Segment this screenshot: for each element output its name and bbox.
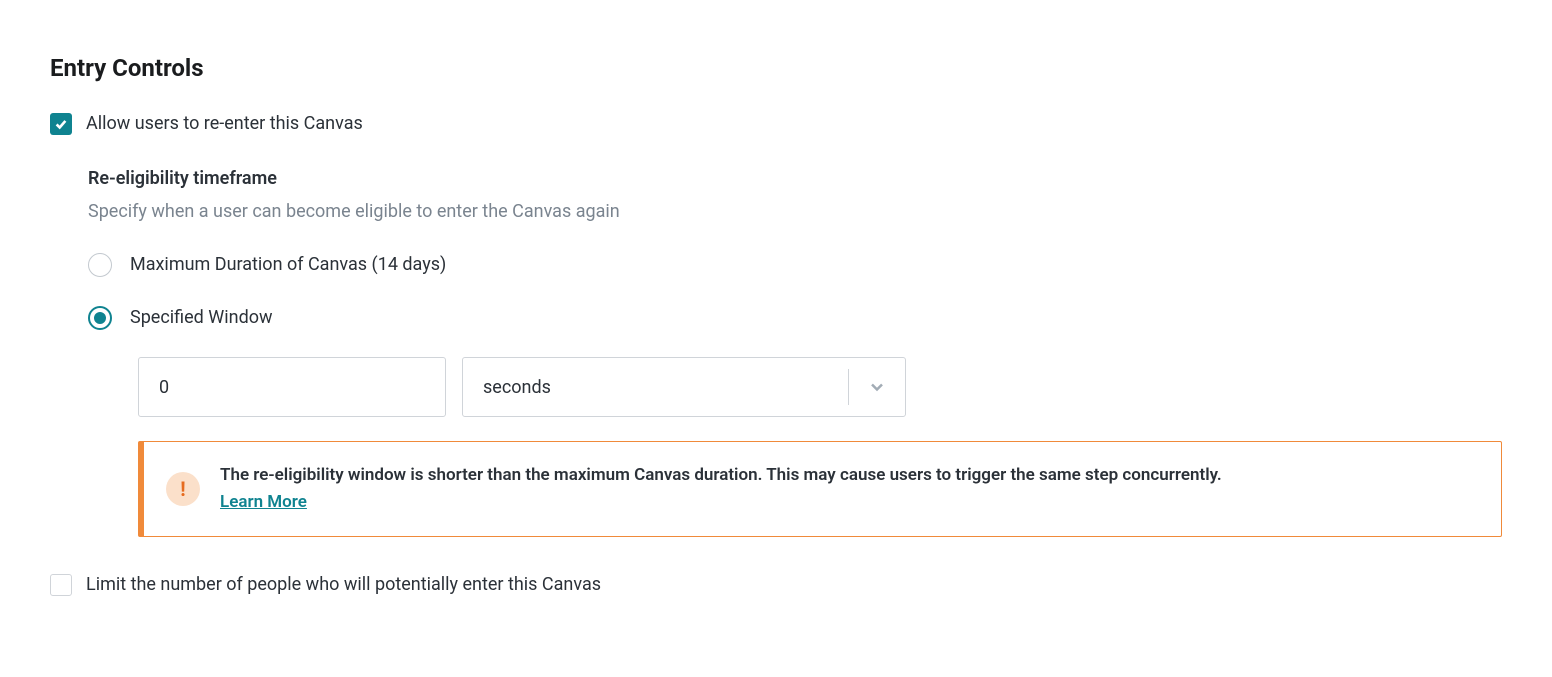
window-unit-select[interactable]: seconds — [462, 357, 906, 417]
limit-people-checkbox[interactable] — [50, 574, 72, 596]
warning-message: The re-eligibility window is shorter tha… — [220, 465, 1222, 485]
check-icon — [54, 117, 68, 131]
warning-text: The re-eligibility window is shorter tha… — [220, 462, 1222, 516]
radio-specified-window-input[interactable] — [88, 306, 112, 330]
reeligibility-heading: Re-eligibility timeframe — [88, 165, 1502, 192]
radio-specified-window[interactable]: Specified Window — [88, 304, 1502, 331]
allow-reenter-checkbox[interactable] — [50, 113, 72, 135]
warning-banner: ! The re-eligibility window is shorter t… — [138, 441, 1502, 537]
section-title: Entry Controls — [50, 50, 1502, 86]
window-value-input[interactable] — [138, 357, 446, 417]
radio-specified-window-label: Specified Window — [130, 304, 273, 331]
radio-max-duration[interactable]: Maximum Duration of Canvas (14 days) — [88, 251, 1502, 278]
specified-window-inputs: seconds — [138, 357, 1502, 417]
reeligibility-block: Re-eligibility timeframe Specify when a … — [88, 165, 1502, 537]
warning-icon: ! — [166, 472, 200, 506]
radio-max-duration-label: Maximum Duration of Canvas (14 days) — [130, 251, 446, 278]
allow-reenter-row[interactable]: Allow users to re-enter this Canvas — [50, 110, 1502, 137]
allow-reenter-label: Allow users to re-enter this Canvas — [86, 110, 363, 137]
limit-people-label: Limit the number of people who will pote… — [86, 571, 601, 598]
radio-max-duration-input[interactable] — [88, 253, 112, 277]
reeligibility-description: Specify when a user can become eligible … — [88, 198, 1502, 225]
window-unit-value: seconds — [463, 374, 848, 401]
limit-people-row[interactable]: Limit the number of people who will pote… — [50, 571, 1502, 598]
learn-more-link[interactable]: Learn More — [220, 492, 307, 512]
chevron-down-icon — [849, 379, 905, 395]
